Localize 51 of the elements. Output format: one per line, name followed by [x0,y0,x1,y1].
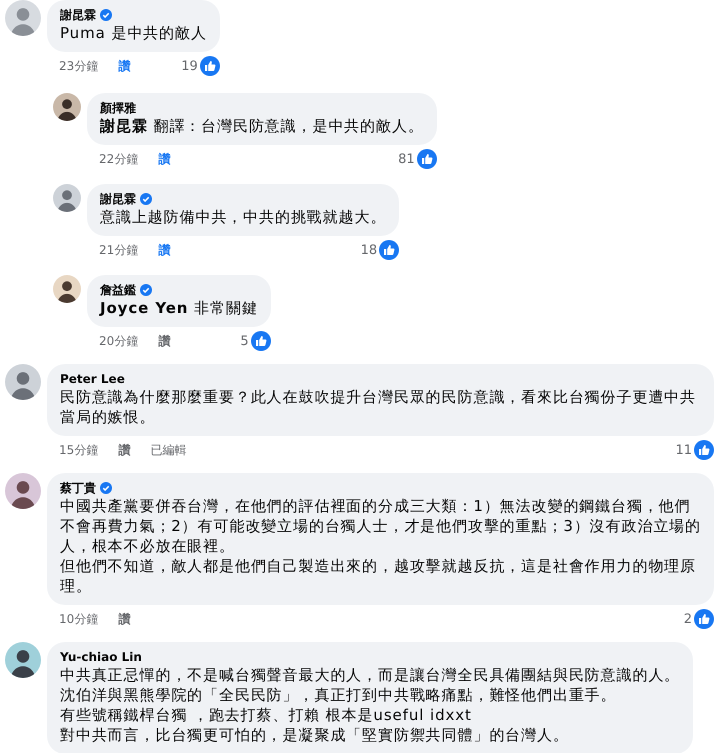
comment-text: 謝昆霖 翻譯：台灣民防意識，是中共的敵人。 [100,116,424,136]
thumbs-up-icon [694,440,714,460]
reaction-count[interactable]: 19 [181,58,198,74]
avatar[interactable] [53,93,81,121]
comment-time[interactable]: 21分鐘 [99,242,138,258]
thumbs-up-icon [200,56,220,76]
author-name[interactable]: Peter Lee [60,371,125,387]
comment-text: Joyce Yen 非常關鍵 [100,298,258,318]
avatar[interactable] [53,275,81,303]
comment-text: Puma 是中共的敵人 [60,23,207,43]
comment-time[interactable]: 10分鐘 [59,610,98,628]
like-link[interactable]: 讚 [118,610,130,628]
like-link[interactable]: 讚 [118,58,130,74]
author-name[interactable]: 顏擇雅 [100,100,136,116]
reaction-count[interactable]: 81 [398,152,415,166]
author-name[interactable]: 謝昆霖 [60,7,96,23]
verified-badge-icon [140,284,152,296]
comment-time[interactable]: 15分鐘 [59,442,98,458]
like-link[interactable]: 讚 [118,442,130,458]
author-name[interactable]: 蔡丁貴 [60,480,96,496]
like-link[interactable]: 讚 [158,150,170,168]
reaction-count[interactable]: 11 [675,442,692,458]
avatar[interactable] [5,642,41,678]
like-link[interactable]: 讚 [158,332,170,350]
author-name[interactable]: 謝昆霖 [100,191,136,207]
reaction-count[interactable]: 18 [360,242,378,258]
thumbs-up-icon [250,331,271,351]
edited-label: 已編輯 [150,442,186,458]
reaction-count[interactable]: 5 [240,334,249,348]
comment-text: 中國共產黨要併吞台灣，在他們的評估裡面的分成三大類：1）無法改變的鋼鐵台獨，他們不會再費力氣；2）有可能改變立場的台獨人士，才是他們攻擊的重點；3）沒有政治立場的人，根本不必放在眼裡。 [60,496,701,556]
comment-text: 民防意識為什麼那麼重要？此人在鼓吹提升台灣民眾的民防意識，看來比台獨份子更遭中共當局的嫉恨。 [60,387,697,427]
comment-text: 對中共而言，比台獨更可怕的，是凝聚成「堅實防禦共同體」的台灣人。 [60,725,570,745]
comment-text: 但他們不知道，敵人都是他們自己製造出來的，越攻擊就越反抗，這是社會作用力的物理原理。 [60,556,697,596]
comment-text: 沈伯洋與黑熊學院的「全民民防」，真正打到中共戰略痛點，難怪他們出重手。 [60,685,618,705]
thumbs-up-icon [379,240,400,260]
avatar[interactable] [5,473,41,509]
comment-time[interactable]: 22分鐘 [99,150,138,168]
comment-time[interactable]: 20分鐘 [99,332,138,350]
author-name[interactable]: Yu-chiao Lin [60,649,142,665]
thumbs-up-icon [694,609,714,629]
like-link[interactable]: 讚 [158,242,170,258]
comment-text: 中共真正忌憚的，不是喊台獨聲音最大的人，而是讓台灣全民具備團結與民防意識的人。 [60,665,680,685]
verified-badge-icon [140,193,152,205]
comment-text: 意識上越防備中共，中共的挑戰就越大。 [100,207,386,227]
thumbs-up-icon [416,149,437,169]
verified-badge-icon [100,9,112,21]
reaction-count[interactable]: 2 [684,612,692,626]
verified-badge-icon [100,482,112,494]
comment-text: 有些號稱鐵桿台獨 ，跑去打蔡、打賴 根本是useful idxxt [60,705,473,725]
author-name[interactable]: 詹益鑑 [100,282,136,298]
comment-time[interactable]: 23分鐘 [59,58,98,74]
